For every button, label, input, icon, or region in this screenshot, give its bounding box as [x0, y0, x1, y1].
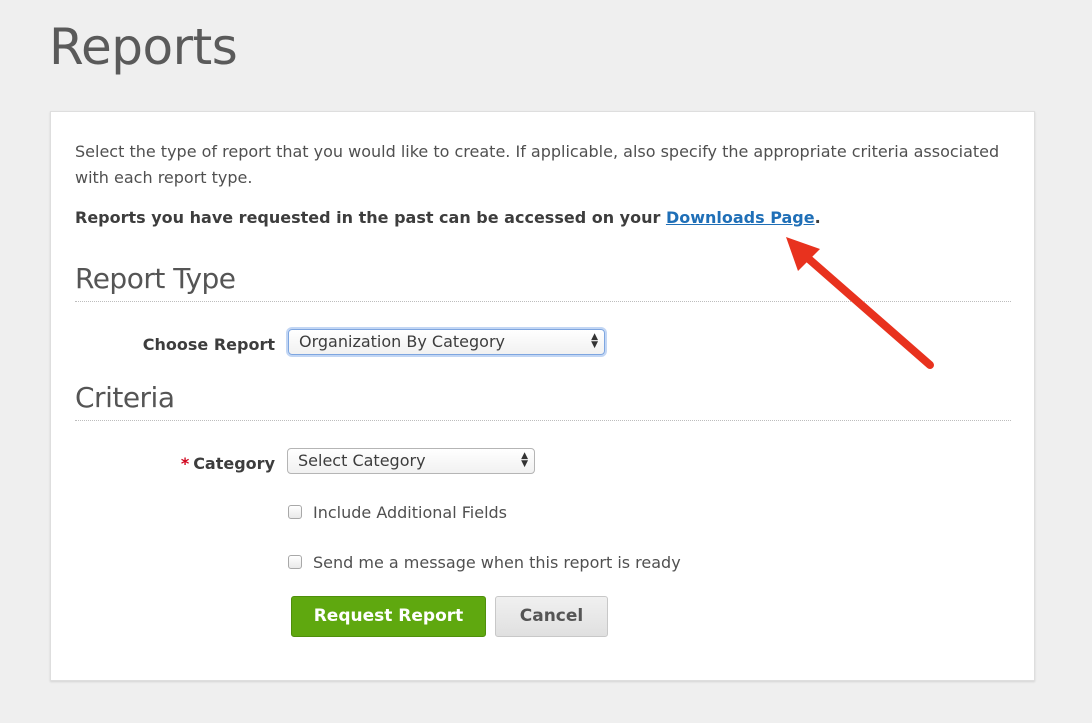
category-label: * Category	[75, 454, 275, 473]
required-marker: *	[180, 454, 190, 473]
cancel-button[interactable]: Cancel	[495, 596, 608, 637]
choose-report-label: Choose Report	[142, 335, 275, 354]
choose-report-select[interactable]: Organization By Category ▲ ▼	[288, 329, 605, 355]
notify-label: Send me a message when this report is re…	[313, 553, 681, 572]
red-arrow-annotation	[786, 237, 934, 369]
choose-report-value: Organization By Category	[299, 332, 505, 351]
notify-checkbox[interactable]	[288, 555, 302, 569]
page-title: Reports	[49, 18, 238, 76]
category-select-value: Select Category	[298, 451, 426, 470]
updown-arrows-icon: ▲ ▼	[521, 451, 528, 469]
downloads-note: Reports you have requested in the past c…	[75, 208, 821, 227]
criteria-heading: Criteria	[75, 381, 1011, 421]
intro-text: Select the type of report that you would…	[75, 142, 1000, 187]
category-select[interactable]: Select Category ▲ ▼	[287, 448, 535, 474]
report-form-card: Select the type of report that you would…	[50, 111, 1035, 681]
request-report-button[interactable]: Request Report	[291, 596, 486, 637]
include-fields-label: Include Additional Fields	[313, 503, 507, 522]
include-fields-checkbox[interactable]	[288, 505, 302, 519]
downloads-note-prefix: Reports you have requested in the past c…	[75, 208, 666, 227]
updown-arrows-icon: ▲ ▼	[591, 332, 598, 350]
category-label-text: Category	[193, 454, 275, 473]
